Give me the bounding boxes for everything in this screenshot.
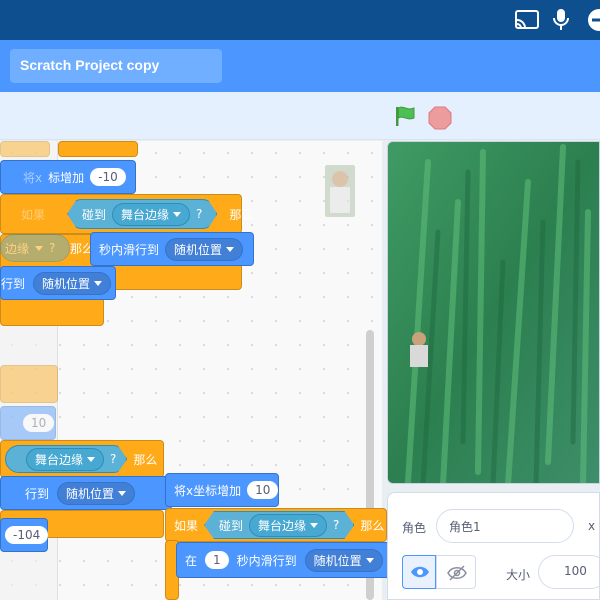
change-x-label-2: 将x坐标增加 [174,483,242,498]
glide-block[interactable]: 秒内滑行到 随机位置 [90,232,254,266]
glide-target-dropdown-ghost[interactable]: 随机位置 [33,271,112,295]
sprite-name-input[interactable]: 角色1 [436,509,574,543]
if-label: 如果 [21,207,46,222]
chevron-down-icon [35,245,44,251]
glide-tail: 行到 [1,276,26,291]
stage-control-bar [0,92,600,140]
control-block-ghost-2[interactable] [0,365,58,403]
green-flag-icon[interactable] [393,104,417,128]
sprite-thumbnail[interactable] [325,165,355,217]
touching-dropdown-3[interactable]: 舞台边缘 [249,514,327,537]
glide-target-3: 随机位置 [313,553,362,568]
change-x-block-ghost[interactable]: 10 [0,406,56,440]
minus-icon[interactable] [586,7,600,33]
touching-dropdown-2[interactable]: 舞台边缘 [26,448,104,471]
touching-block-2[interactable]: 舞台边缘 ? [5,445,127,473]
chevron-down-icon [310,523,318,528]
touching-target-3: 舞台边缘 [258,518,307,533]
glide-prefix: 在 [185,553,198,568]
glide-label-3: 秒内滑行到 [236,553,297,568]
chevron-down-icon [118,490,127,496]
control-block-ghost[interactable] [0,141,50,157]
chevron-down-icon [94,280,103,286]
touching-label: 碰到 [82,207,107,222]
if-label-3: 如果 [174,518,199,533]
stage[interactable] [387,141,600,484]
size-label: 大小 [506,568,531,582]
change-x-label-suffix: 标增加 [48,170,85,185]
eye-slash-icon [447,565,467,581]
if-then-block-3[interactable]: 如果 碰到 舞台边缘 ? 那么 [165,508,387,542]
project-title-input[interactable]: Scratch Project copy [10,49,222,83]
then-label: 那么 [229,207,254,222]
show-sprite-button[interactable] [402,555,436,589]
question-mark: ? [196,207,203,221]
chevron-down-icon [173,212,181,217]
touching-block-ghost[interactable]: 边缘 ? [0,234,70,262]
glide-block-2[interactable]: 行到 随机位置 [0,476,172,510]
chevron-down-icon [87,457,95,462]
change-x-value-2[interactable]: 10 [247,481,279,499]
then-label-2: 那么 [133,452,158,467]
hide-sprite-button[interactable] [436,555,476,589]
glide-label: 秒内滑行到 [99,242,160,257]
glide-target-dropdown-2[interactable]: 随机位置 [57,481,136,505]
glide-tail-2: 行到 [25,486,50,501]
then-label-3: 那么 [360,518,385,533]
ghost-value-1[interactable]: 10 [23,414,55,432]
touching-target: 舞台边缘 [121,207,170,222]
touching-label-3: 碰到 [219,518,244,533]
stage-backdrop [388,142,599,483]
change-x-block-2[interactable]: 将x坐标增加 10 [165,473,279,507]
control-block-top[interactable] [58,141,138,157]
touching-target-ghost: 边缘 [5,241,30,256]
stop-icon[interactable] [428,106,452,130]
sprite-info-pane: 角色 角色1 x 大小 100 [387,492,600,600]
sprite-on-stage[interactable] [409,332,429,368]
glide-block-3[interactable]: 在 1 秒内滑行到 随机位置 [176,542,400,578]
glide-target: 随机位置 [174,242,223,257]
touching-dropdown[interactable]: 舞台边缘 [112,203,190,226]
glide-target-dropdown[interactable]: 随机位置 [165,237,244,261]
glide-target-ghost: 随机位置 [42,276,91,291]
eye-icon [411,566,429,578]
x-label: x [588,519,596,533]
size-input[interactable]: 100 [538,555,600,589]
glide-target-dropdown-3[interactable]: 随机位置 [304,548,383,572]
if-then-block-2[interactable]: 舞台边缘 ? 那么 [0,440,164,478]
question-mark-3: ? [333,518,340,532]
change-x-block[interactable]: 将x 标增加 -10 [0,160,136,194]
glide-secs[interactable]: 1 [205,551,229,569]
touching-block[interactable]: 碰到 舞台边缘 ? [67,199,217,229]
question-mark-ghost: ? [49,241,56,255]
touching-target-2: 舞台边缘 [35,452,84,467]
change-x-value[interactable]: -10 [90,168,126,186]
change-x-label: 将x [23,170,43,185]
if-then-block[interactable]: 如果 碰到 舞台边缘 ? 那么 [0,194,253,234]
ghost-value-2[interactable]: -104 [5,526,49,544]
microphone-icon[interactable] [553,8,569,32]
touching-block-3[interactable]: 碰到 舞台边缘 ? [204,511,354,539]
question-mark-2: ? [110,452,117,466]
cast-icon[interactable] [515,10,539,30]
chevron-down-icon [226,246,235,252]
glide-block-ghost[interactable]: 行到 随机位置 [0,266,116,300]
change-x-block-ghost-2[interactable]: -104 [0,518,49,552]
system-bar [0,0,600,40]
chevron-down-icon [365,557,374,563]
sprite-label: 角色 [402,521,427,535]
glide-target-2: 随机位置 [66,486,115,501]
